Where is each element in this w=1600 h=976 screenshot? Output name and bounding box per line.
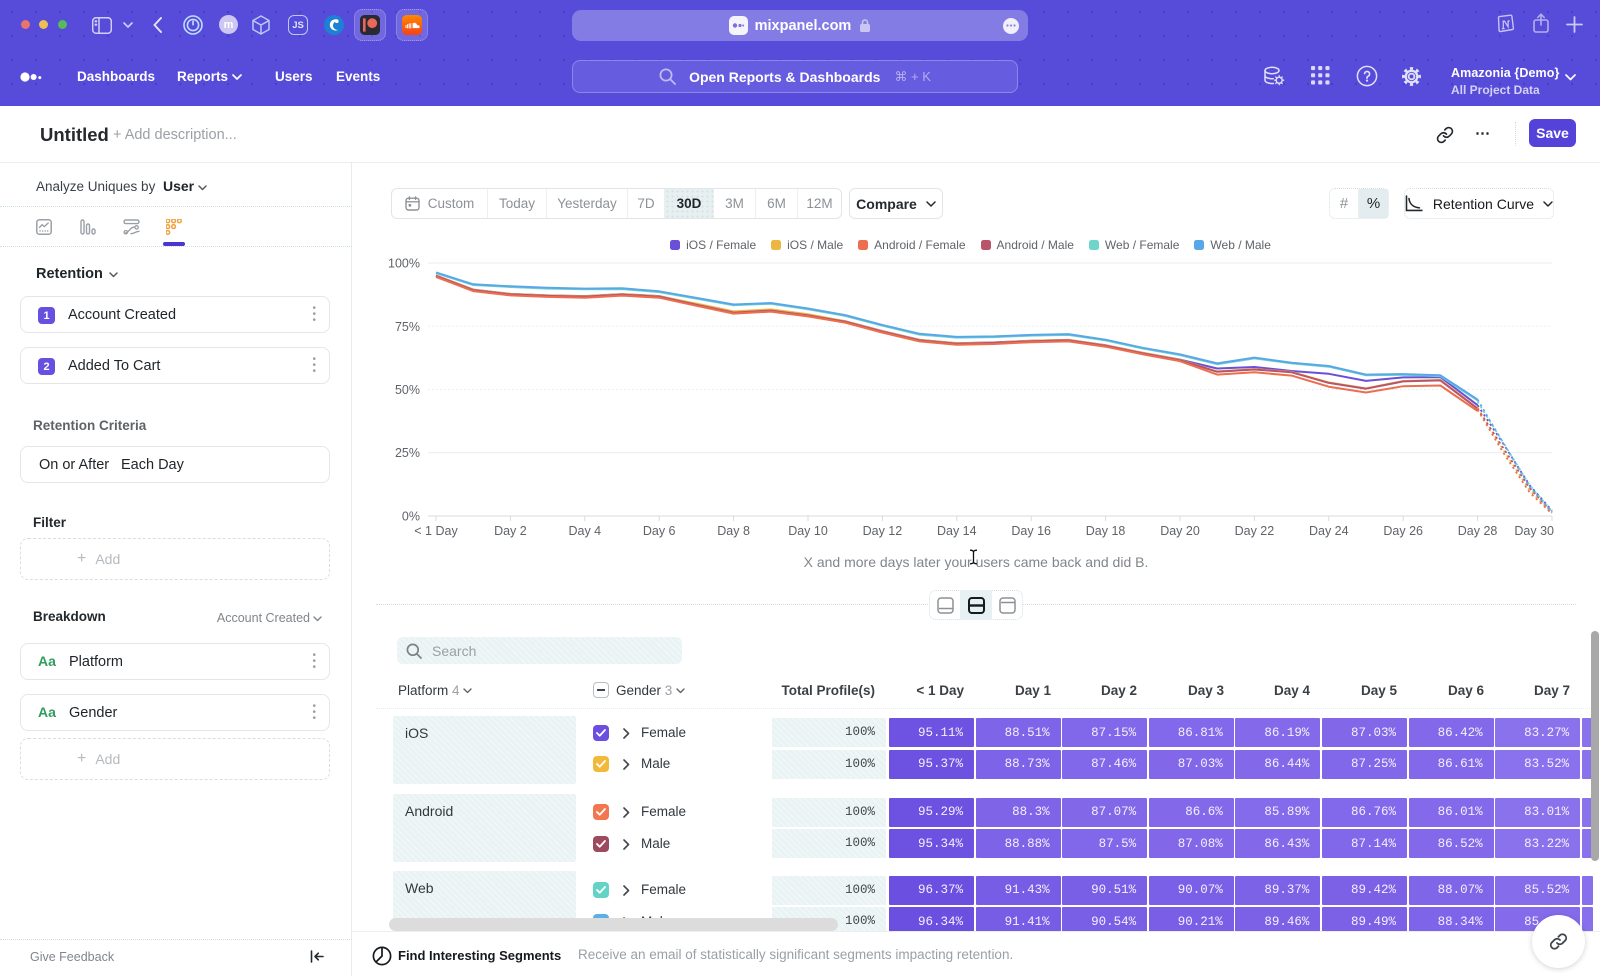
svg-text:Day 30: Day 30 — [1514, 524, 1554, 538]
svg-text:25%: 25% — [395, 446, 420, 460]
svg-text:Day 4: Day 4 — [568, 524, 601, 538]
svg-text:Day 12: Day 12 — [863, 524, 903, 538]
svg-text:50%: 50% — [395, 383, 420, 397]
svg-text:Day 10: Day 10 — [788, 524, 828, 538]
svg-text:Day 14: Day 14 — [937, 524, 977, 538]
svg-text:Day 8: Day 8 — [717, 524, 750, 538]
svg-text:Day 16: Day 16 — [1011, 524, 1051, 538]
svg-text:< 1 Day: < 1 Day — [414, 524, 458, 538]
svg-text:100%: 100% — [388, 257, 420, 271]
svg-text:Day 28: Day 28 — [1458, 524, 1498, 538]
svg-text:Day 18: Day 18 — [1086, 524, 1126, 538]
svg-text:Day 22: Day 22 — [1235, 524, 1275, 538]
svg-text:0%: 0% — [402, 510, 420, 524]
svg-text:Day 24: Day 24 — [1309, 524, 1349, 538]
svg-text:Day 26: Day 26 — [1383, 524, 1423, 538]
svg-text:Day 6: Day 6 — [643, 524, 676, 538]
svg-text:75%: 75% — [395, 320, 420, 334]
svg-text:Day 20: Day 20 — [1160, 524, 1200, 538]
svg-text:Day 2: Day 2 — [494, 524, 527, 538]
